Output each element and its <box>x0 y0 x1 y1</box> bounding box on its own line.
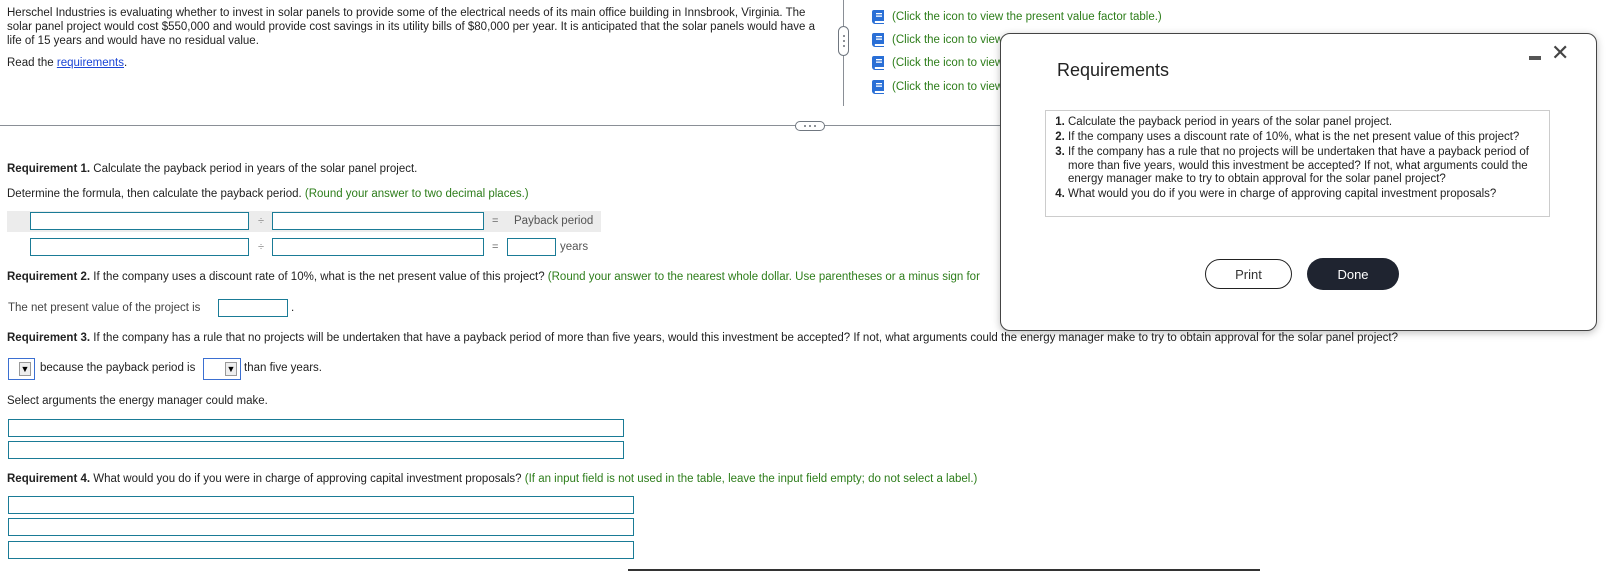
req3-text: If the company has a rule that no projec… <box>90 332 1398 344</box>
resource-text[interactable]: (Click the icon to view <box>892 34 1003 46</box>
req3-label: Requirement 3. <box>7 332 91 344</box>
req4-answer-select-1[interactable] <box>8 496 634 514</box>
because-text: because the payback period is <box>40 362 196 374</box>
formula-denominator-label-input[interactable] <box>272 212 484 230</box>
accept-reject-select[interactable]: ▼ <box>8 358 35 380</box>
read-requirements-line: Read the requirements. <box>7 57 127 69</box>
req2-hint: (Round your answer to the nearest whole … <box>544 271 980 283</box>
requirements-link[interactable]: requirements <box>57 57 124 69</box>
equals-sign: = <box>492 241 499 253</box>
requirement-1-instruction: Determine the formula, then calculate th… <box>7 188 529 200</box>
years-label: years <box>560 241 589 253</box>
requirements-dialog: Requirements ✕ Calculate the payback per… <box>1000 33 1597 331</box>
req1-text: Calculate the payback period in years of… <box>90 163 418 175</box>
requirement-2-heading: Requirement 2. If the company uses a dis… <box>7 271 980 283</box>
npv-suffix: . <box>291 302 295 314</box>
requirements-list-box: Calculate the payback period in years of… <box>1045 110 1550 217</box>
read-prefix: Read the <box>7 57 57 69</box>
horizontal-resize-handle[interactable] <box>795 121 825 131</box>
argument-select-2[interactable] <box>8 441 624 459</box>
minimize-icon[interactable] <box>1529 56 1541 60</box>
requirement-item: Calculate the payback period in years of… <box>1068 116 1541 130</box>
done-button[interactable]: Done <box>1307 258 1399 290</box>
dropdown-arrow-icon[interactable]: ▼ <box>19 362 31 376</box>
resource-text[interactable]: (Click the icon to view <box>892 81 1003 93</box>
resource-link-pv-table[interactable]: (Click the icon to view the present valu… <box>870 8 1162 26</box>
divide-sign: ÷ <box>258 215 265 227</box>
payback-period-label: Payback period <box>514 215 594 227</box>
divide-sign: ÷ <box>258 241 265 253</box>
formula-numerator-label-input[interactable] <box>30 212 249 230</box>
req1-hint: (Round your answer to two decimal places… <box>301 188 529 200</box>
requirement-item: What would you do if you were in charge … <box>1068 188 1541 202</box>
resource-link[interactable]: (Click the icon to view <box>870 54 1003 72</box>
longer-shorter-select[interactable]: ▼ <box>203 358 241 380</box>
resource-link[interactable]: (Click the icon to view <box>870 78 1003 96</box>
horizontal-divider <box>0 125 1000 126</box>
book-icon[interactable] <box>870 9 886 25</box>
npv-label: The net present value of the project is <box>8 302 201 314</box>
requirement-4-heading: Requirement 4. What would you do if you … <box>7 473 977 485</box>
argument-select-1[interactable] <box>8 419 624 437</box>
problem-statement: Herschel Industries is evaluating whethe… <box>7 7 816 47</box>
requirement-item: If the company has a rule that no projec… <box>1068 146 1541 187</box>
print-button[interactable]: Print <box>1205 259 1292 289</box>
req4-answer-select-3[interactable] <box>8 541 634 559</box>
arguments-label: Select arguments the energy manager coul… <box>7 395 268 407</box>
close-icon[interactable]: ✕ <box>1551 42 1569 64</box>
payback-years-input[interactable] <box>507 238 556 256</box>
resource-text[interactable]: (Click the icon to view the present valu… <box>892 11 1162 23</box>
equals-sign: = <box>492 215 499 227</box>
req4-text: What would you do if you were in charge … <box>90 473 522 485</box>
req4-answer-select-2[interactable] <box>8 518 634 536</box>
req4-hint: (If an input field is not used in the ta… <box>521 473 978 485</box>
than-five-years-text: than five years. <box>244 362 322 374</box>
book-icon[interactable] <box>870 55 886 71</box>
requirement-1-heading: Requirement 1. Calculate the payback per… <box>7 163 417 175</box>
req1-instruction: Determine the formula, then calculate th… <box>7 188 302 200</box>
resource-text[interactable]: (Click the icon to view <box>892 57 1003 69</box>
vertical-resize-handle[interactable] <box>838 26 849 56</box>
requirements-list: Calculate the payback period in years of… <box>1054 116 1541 202</box>
req2-text: If the company uses a discount rate of 1… <box>90 271 545 283</box>
npv-input[interactable] <box>218 299 288 317</box>
book-icon[interactable] <box>870 32 886 48</box>
resource-link[interactable]: (Click the icon to view <box>870 31 1003 49</box>
req1-label: Requirement 1. <box>7 163 91 175</box>
requirement-3-heading: Requirement 3. If the company has a rule… <box>7 332 1398 344</box>
formula-denominator-value-input[interactable] <box>272 238 484 256</box>
req4-label: Requirement 4. <box>7 473 91 485</box>
read-suffix: . <box>124 57 128 69</box>
dialog-title: Requirements <box>1057 60 1170 80</box>
req2-label: Requirement 2. <box>7 271 91 283</box>
requirement-item: If the company uses a discount rate of 1… <box>1068 131 1541 145</box>
book-icon[interactable] <box>870 79 886 95</box>
dropdown-arrow-icon[interactable]: ▼ <box>225 362 237 376</box>
formula-numerator-value-input[interactable] <box>30 238 249 256</box>
